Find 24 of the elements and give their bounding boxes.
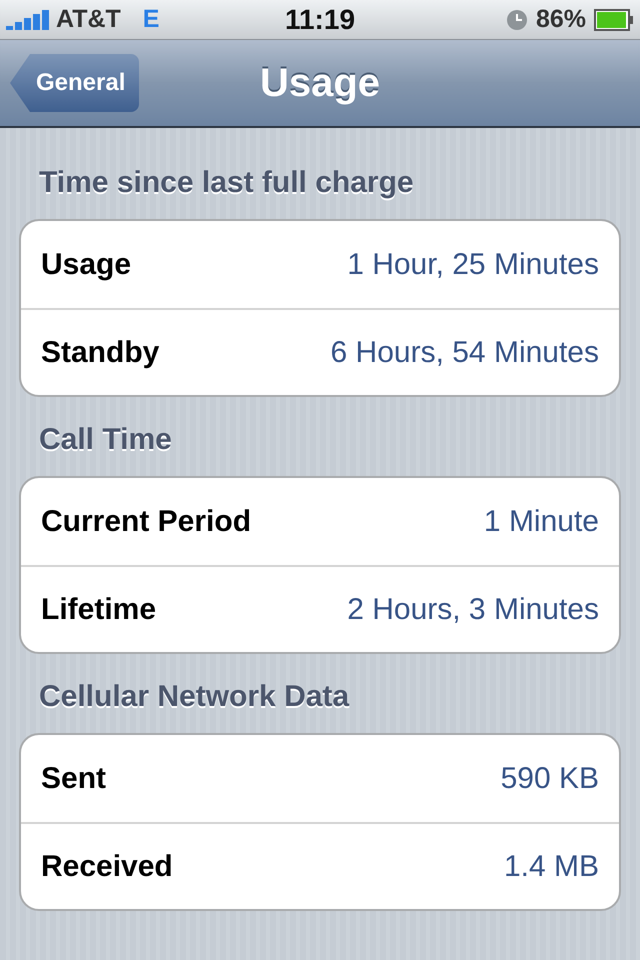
row-label: Standby [41,335,160,371]
page-title: Usage [260,60,380,107]
row-value: 2 Hours, 3 Minutes [347,592,599,628]
clock-icon [506,8,528,30]
status-time: 11:19 [284,2,356,36]
battery-icon [594,8,634,30]
row-label: Lifetime [41,592,156,628]
row-value: 6 Hours, 54 Minutes [330,335,599,371]
back-button[interactable]: General [10,54,140,112]
row-value: 1 Hour, 25 Minutes [347,247,599,283]
section-header: Time since last full charge [38,165,415,201]
section-header: Cellular Network Data [38,679,350,715]
row-value: 590 KB [500,761,599,797]
row-label: Usage [41,247,132,283]
section-header: Call Time [38,422,173,458]
signal-icon [6,10,50,30]
row-value: 1.4 MB [504,849,599,885]
row-label: Current Period [41,504,252,540]
battery-percentage: 86% [536,4,586,35]
carrier-name: AT&T [56,4,121,35]
row-label: Sent [41,761,106,797]
row-label: Received [41,849,173,885]
row-value: 1 Minute [484,504,599,540]
network-type: E [142,4,160,35]
